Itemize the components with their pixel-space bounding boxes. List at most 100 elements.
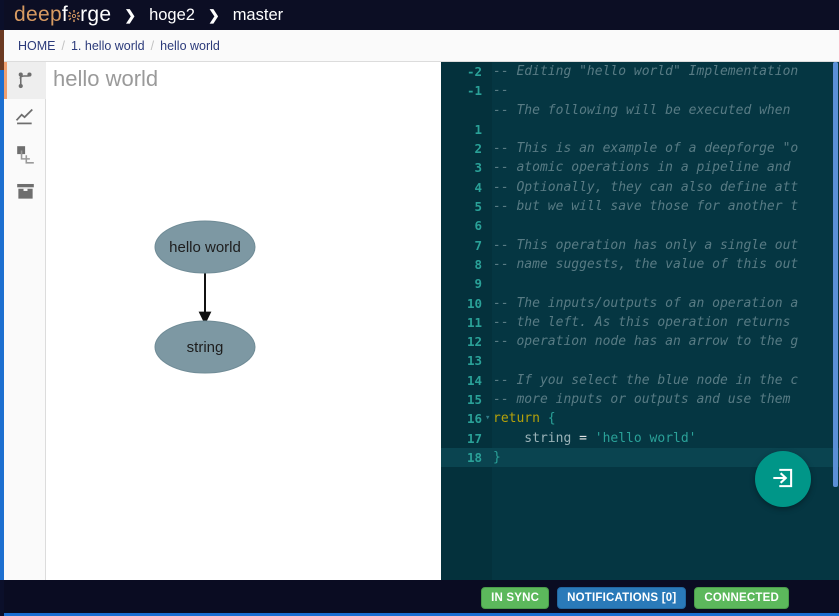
code-line-text: -- Optionally, they can also define att: [493, 178, 798, 197]
code-line[interactable]: -1 --: [441, 81, 839, 100]
code-line[interactable]: 13: [441, 351, 839, 370]
status-badge-connected[interactable]: CONNECTED: [694, 587, 789, 609]
logo-deep-text: deep: [14, 3, 62, 26]
logo-rge-text: rge: [80, 3, 112, 26]
code-token-cmt: -- The inputs/outputs of an operation a: [493, 295, 799, 311]
breadcrumb-separator-2: /: [150, 38, 155, 53]
code-line-text: -- This is an example of a deepforge "o: [493, 139, 798, 158]
sidebar-item-executions[interactable]: [4, 99, 46, 136]
trending-chart-icon: [15, 108, 35, 128]
code-line[interactable]: 8 -- name suggests, the value of this out: [441, 255, 839, 274]
code-line-text: --: [493, 81, 509, 100]
code-line[interactable]: 14 -- If you select the blue node in the …: [441, 371, 839, 390]
code-token-kw: return: [493, 411, 548, 427]
code-line-text: -- If you select the blue node in the c: [493, 371, 798, 390]
line-number: -2: [466, 64, 482, 79]
code-token-cmt: -- Editing "hello world" Implementation: [493, 64, 799, 79]
line-number: 5: [474, 199, 482, 215]
chevron-right-icon-1: ❯: [124, 7, 137, 23]
code-line[interactable]: 5 -- but we will save those for another t: [441, 197, 839, 216]
code-line-text: string = 'hello world': [493, 429, 697, 448]
operation-graph[interactable]: hello world string: [47, 62, 441, 580]
top-header: deep f rge ❯ hoge2 ❯ master: [0, 0, 839, 30]
line-number: 18: [466, 449, 482, 465]
breadcrumb: HOME / 1. hello world / hello world: [4, 30, 839, 62]
code-line-text: -- more inputs or outputs and use them: [493, 390, 790, 409]
status-badge-notifications[interactable]: NOTIFICATIONS [0]: [557, 587, 687, 609]
graph-node-output-label: string: [187, 339, 224, 356]
line-number: 14: [466, 372, 482, 388]
code-token-cmt: -- This operation has only a single out: [493, 237, 799, 253]
code-fold-toggle-icon[interactable]: ▾: [485, 409, 493, 428]
breadcrumb-item-pipeline[interactable]: 1. hello world: [71, 39, 145, 53]
project-name[interactable]: hoge2: [149, 6, 195, 25]
code-line[interactable]: 17 string = 'hello world': [441, 429, 839, 448]
line-number: 17: [466, 430, 482, 446]
code-token-cmt: -- operation node has an arrow to the g: [493, 334, 799, 350]
code-line[interactable]: 11 -- the left. As this operation returns: [441, 313, 839, 332]
code-line[interactable]: -2 -- Editing "hello world" Implementatio…: [441, 62, 839, 81]
execute-operation-fab-button[interactable]: [755, 451, 811, 507]
archive-box-icon: [16, 182, 35, 201]
line-number: -1: [466, 83, 482, 99]
line-number: 11: [466, 314, 482, 330]
sidebar-item-resources[interactable]: [4, 136, 46, 173]
code-token-cmt: -- name suggests, the value of this out: [493, 256, 799, 272]
line-number: 4: [474, 179, 482, 195]
code-line-text: -- This operation has only a single out: [493, 236, 798, 255]
left-rail-accent-brown: [0, 30, 4, 70]
breadcrumb-item-home[interactable]: HOME: [18, 39, 56, 53]
line-number: 2: [474, 141, 482, 157]
code-line[interactable]: 9: [441, 274, 839, 293]
line-number: 10: [466, 295, 482, 311]
status-badge-sync[interactable]: IN SYNC: [481, 587, 550, 609]
code-token-brace: {: [547, 411, 556, 427]
code-line[interactable]: 3 -- atomic operations in a pipeline and: [441, 158, 839, 177]
line-number: 16: [466, 411, 482, 427]
editor-code-area[interactable]: -2 -- Editing "hello world" Implementatio…: [441, 62, 839, 468]
code-line[interactable]: 1: [441, 120, 839, 139]
layers-copy-icon: [16, 145, 35, 164]
editor-vertical-scrollbar[interactable]: [832, 62, 839, 580]
code-line-text: -- Editing "hello world" Implementation: [493, 62, 798, 81]
code-line[interactable]: 6: [441, 216, 839, 235]
line-number: 1: [474, 121, 482, 137]
code-token-cmt: -- This is an example of a deepforge "o: [493, 141, 799, 157]
branch-name[interactable]: master: [233, 6, 283, 25]
code-token-cmt: -- more inputs or outputs and use them: [493, 392, 791, 408]
code-line[interactable]: 7 -- This operation has only a single out: [441, 236, 839, 255]
breadcrumb-separator-1: /: [61, 38, 65, 53]
code-line[interactable]: 15 -- more inputs or outputs and use them: [441, 390, 839, 409]
sidebar-item-artifacts[interactable]: [4, 173, 46, 210]
graph-node-operation[interactable]: hello world: [154, 220, 256, 274]
code-line[interactable]: 16 ▾ return {: [441, 409, 839, 428]
graph-node-operation-label: hello world: [169, 239, 241, 256]
deepforge-logo[interactable]: deep f rge: [14, 3, 111, 27]
pipeline-canvas[interactable]: hello world hello world string: [47, 62, 441, 580]
code-token-cmt: -- Optionally, they can also define att: [493, 179, 799, 195]
code-editor[interactable]: -2 -- Editing "hello world" Implementatio…: [441, 62, 839, 580]
code-token-cmt: -- atomic operations in a pipeline and: [493, 160, 791, 176]
code-line-text: }: [493, 448, 501, 467]
code-token-cmt: -- The following will be executed when: [493, 102, 791, 118]
code-line-text: -- The following will be executed when: [493, 101, 790, 120]
code-token-brace: }: [493, 449, 501, 465]
code-token-cmt: -- If you select the blue node in the c: [493, 372, 799, 388]
line-number: 9: [474, 276, 482, 292]
code-token-str: 'hello world': [594, 430, 697, 446]
code-line[interactable]: 4 -- Optionally, they can also define att: [441, 178, 839, 197]
line-number: 6: [474, 218, 482, 234]
line-number: 12: [466, 334, 482, 350]
code-line[interactable]: 12 -- operation node has an arrow to the …: [441, 332, 839, 351]
graph-node-output[interactable]: string: [154, 320, 256, 374]
breadcrumb-item-operation[interactable]: hello world: [160, 39, 220, 53]
editor-scrollbar-thumb[interactable]: [833, 62, 838, 487]
code-line-text: -- atomic operations in a pipeline and: [493, 158, 790, 177]
gear-icon: [68, 9, 81, 22]
sidebar-item-pipelines[interactable]: [4, 62, 46, 99]
branch-fork-icon: [16, 71, 35, 90]
code-line-text: -- but we will save those for another t: [493, 197, 798, 216]
code-line[interactable]: -- The following will be executed when: [441, 101, 839, 120]
code-line[interactable]: 2 -- This is an example of a deepforge "o: [441, 139, 839, 158]
code-line[interactable]: 10 -- The inputs/outputs of an operation …: [441, 294, 839, 313]
